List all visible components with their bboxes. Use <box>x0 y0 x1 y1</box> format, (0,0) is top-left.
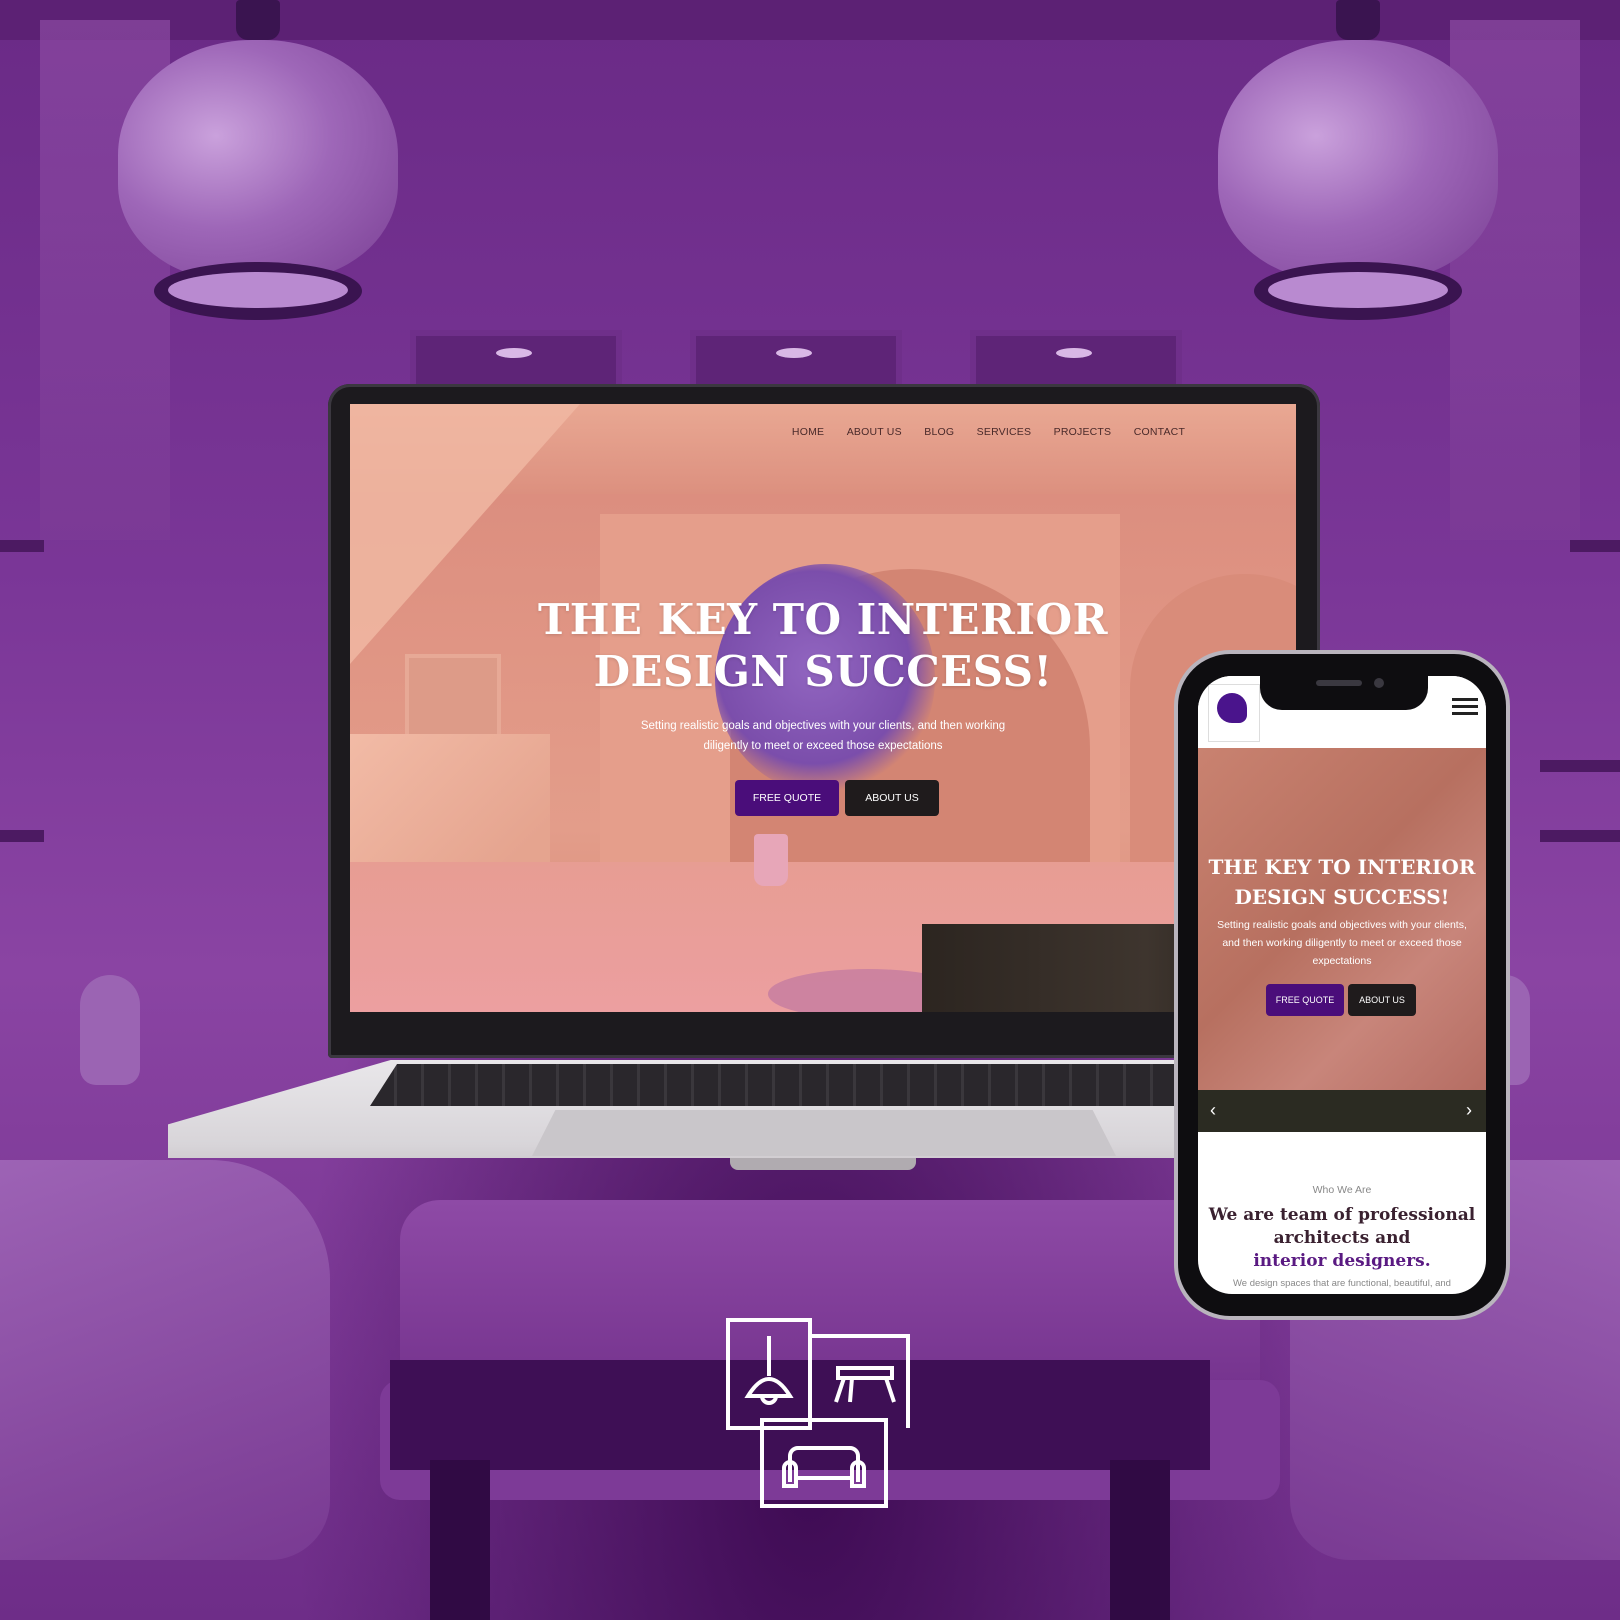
vase <box>80 975 140 1085</box>
free-quote-button[interactable]: FREE QUOTE <box>735 780 839 816</box>
hero-title-line: DESIGN SUCCESS! <box>593 647 1053 696</box>
chevron-left-icon[interactable]: ‹ <box>1210 1100 1216 1120</box>
nav-projects[interactable]: PROJECTS <box>1054 426 1112 438</box>
section-heading-line: architects and <box>1273 1228 1411 1248</box>
table-leg <box>1110 1460 1170 1620</box>
hero-subtitle-line: Setting realistic goals and objectives w… <box>640 720 1006 732</box>
phone-screen: THE KEY TO INTERIOR DESIGN SUCCESS! Sett… <box>1198 676 1486 1294</box>
hero-subtitle-line: diligently to meet or exceed those expec… <box>703 740 943 752</box>
hamburger-menu-icon[interactable] <box>1452 698 1478 716</box>
shelf <box>0 830 44 842</box>
pendant-lamp-left <box>118 0 398 320</box>
table-leg <box>430 1460 490 1620</box>
nav-services[interactable]: SERVICES <box>977 426 1032 438</box>
phone-hero-buttons: FREE QUOTE ABOUT US <box>1266 984 1416 1016</box>
phone-hero-title: THE KEY TO INTERIOR DESIGN SUCCESS! <box>1198 852 1486 912</box>
section-eyebrow: Who We Are <box>1312 1184 1372 1196</box>
phone-hero-title-line: DESIGN SUCCESS! <box>1234 885 1450 909</box>
shelf <box>1540 830 1620 842</box>
slider-bar: ‹ › <box>1198 1090 1486 1132</box>
about-us-button[interactable]: ABOUT US <box>1348 984 1416 1016</box>
section-heading-line: We are team of professional <box>1208 1205 1476 1225</box>
hero-buttons: FREE QUOTE ABOUT US <box>735 780 939 816</box>
hero-subtitle: Setting realistic goals and objectives w… <box>630 716 1016 756</box>
chevron-right-icon[interactable]: › <box>1466 1100 1472 1120</box>
shelf <box>0 540 44 552</box>
phone-hero-subtitle: Setting realistic goals and objectives w… <box>1217 919 1467 967</box>
phone-speaker <box>1316 680 1362 686</box>
interior-design-icon <box>726 1318 920 1508</box>
pendant-lamp-right <box>1218 0 1498 320</box>
nav-contact[interactable]: CONTACT <box>1134 426 1185 438</box>
shelf <box>1570 540 1620 552</box>
section-description: We design spaces that are functional, be… <box>1233 1278 1451 1289</box>
nav-blog[interactable]: BLOG <box>924 426 954 438</box>
about-us-button[interactable]: ABOUT US <box>845 780 939 816</box>
armchair-left <box>0 1160 330 1560</box>
laptop-keyboard <box>370 1064 1270 1106</box>
laptop-screen: HOME ABOUT US BLOG SERVICES PROJECTS CON… <box>350 404 1296 1012</box>
section-heading-accent: interior designers. <box>1253 1251 1431 1271</box>
phone-notch <box>1260 672 1428 710</box>
hero-pot <box>754 834 788 886</box>
section-heading: We are team of professional architects a… <box>1198 1204 1486 1273</box>
logo-mark <box>1217 693 1247 723</box>
laptop-trackpad <box>532 1110 1116 1156</box>
hero-title: THE KEY TO INTERIOR DESIGN SUCCESS! <box>350 594 1296 698</box>
main-nav: HOME ABOUT US BLOG SERVICES PROJECTS CON… <box>350 422 1296 440</box>
phone-hero: THE KEY TO INTERIOR DESIGN SUCCESS! Sett… <box>1198 748 1486 1090</box>
laptop-hinge-notch <box>730 1158 916 1170</box>
nav-home[interactable]: HOME <box>792 426 824 438</box>
hero-title-line: THE KEY TO INTERIOR <box>538 595 1108 644</box>
free-quote-button[interactable]: FREE QUOTE <box>1266 984 1344 1016</box>
logo[interactable] <box>1208 684 1260 742</box>
shelf <box>1540 760 1620 772</box>
phone-camera <box>1374 678 1384 688</box>
phone-hero-title-line: THE KEY TO INTERIOR <box>1208 855 1476 879</box>
nav-about-us[interactable]: ABOUT US <box>847 426 902 438</box>
